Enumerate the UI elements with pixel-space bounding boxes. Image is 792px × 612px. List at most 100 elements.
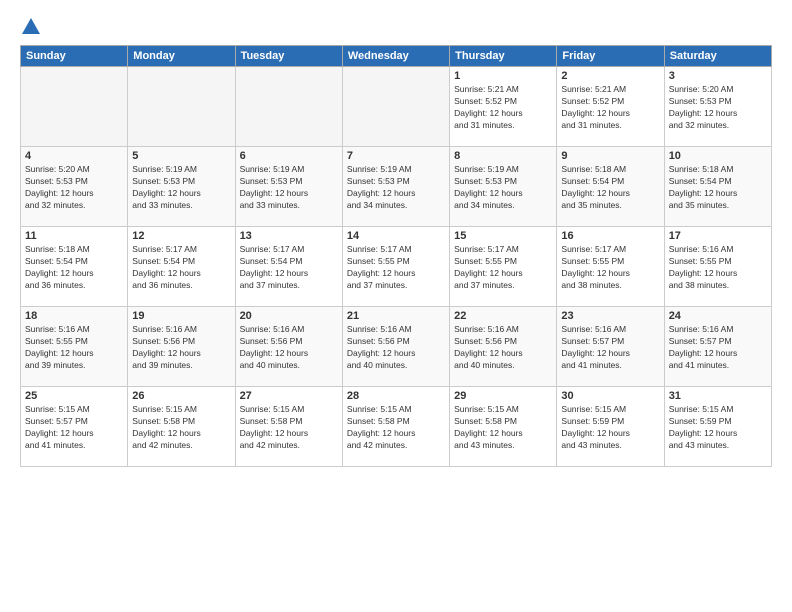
calendar-cell: 4 Sunrise: 5:20 AM Sunset: 5:53 PM Daylig…: [21, 147, 128, 227]
day-number: 30: [561, 390, 659, 402]
day-info: Sunrise: 5:18 AM Sunset: 5:54 PM Dayligh…: [669, 164, 767, 212]
day-number: 15: [454, 230, 552, 242]
day-number: 9: [561, 150, 659, 162]
calendar-week-2: 4 Sunrise: 5:20 AM Sunset: 5:53 PM Daylig…: [21, 147, 772, 227]
day-info: Sunrise: 5:19 AM Sunset: 5:53 PM Dayligh…: [347, 164, 445, 212]
day-number: 3: [669, 70, 767, 82]
calendar-cell: 30 Sunrise: 5:15 AM Sunset: 5:59 PM Dayli…: [557, 387, 664, 467]
calendar-cell: 15 Sunrise: 5:17 AM Sunset: 5:55 PM Dayli…: [450, 227, 557, 307]
day-info: Sunrise: 5:17 AM Sunset: 5:54 PM Dayligh…: [132, 244, 230, 292]
day-number: 17: [669, 230, 767, 242]
header: [20, 18, 772, 37]
day-number: 21: [347, 310, 445, 322]
day-info: Sunrise: 5:16 AM Sunset: 5:56 PM Dayligh…: [240, 324, 338, 372]
day-info: Sunrise: 5:20 AM Sunset: 5:53 PM Dayligh…: [25, 164, 123, 212]
day-number: 31: [669, 390, 767, 402]
col-monday: Monday: [128, 46, 235, 67]
day-info: Sunrise: 5:18 AM Sunset: 5:54 PM Dayligh…: [561, 164, 659, 212]
page: Sunday Monday Tuesday Wednesday Thursday…: [0, 0, 792, 612]
day-info: Sunrise: 5:17 AM Sunset: 5:55 PM Dayligh…: [454, 244, 552, 292]
calendar-cell: 1 Sunrise: 5:21 AM Sunset: 5:52 PM Daylig…: [450, 67, 557, 147]
day-info: Sunrise: 5:20 AM Sunset: 5:53 PM Dayligh…: [669, 84, 767, 132]
header-row: Sunday Monday Tuesday Wednesday Thursday…: [21, 46, 772, 67]
day-number: 18: [25, 310, 123, 322]
day-number: 13: [240, 230, 338, 242]
day-number: 7: [347, 150, 445, 162]
day-info: Sunrise: 5:17 AM Sunset: 5:54 PM Dayligh…: [240, 244, 338, 292]
day-number: 6: [240, 150, 338, 162]
calendar-cell: 6 Sunrise: 5:19 AM Sunset: 5:53 PM Daylig…: [235, 147, 342, 227]
calendar-cell: 16 Sunrise: 5:17 AM Sunset: 5:55 PM Dayli…: [557, 227, 664, 307]
day-number: 29: [454, 390, 552, 402]
day-info: Sunrise: 5:17 AM Sunset: 5:55 PM Dayligh…: [347, 244, 445, 292]
day-number: 22: [454, 310, 552, 322]
calendar-cell: 17 Sunrise: 5:16 AM Sunset: 5:55 PM Dayli…: [664, 227, 771, 307]
day-info: Sunrise: 5:15 AM Sunset: 5:59 PM Dayligh…: [669, 404, 767, 452]
day-number: 10: [669, 150, 767, 162]
day-number: 8: [454, 150, 552, 162]
day-info: Sunrise: 5:15 AM Sunset: 5:59 PM Dayligh…: [561, 404, 659, 452]
calendar-cell: 27 Sunrise: 5:15 AM Sunset: 5:58 PM Dayli…: [235, 387, 342, 467]
day-number: 24: [669, 310, 767, 322]
day-info: Sunrise: 5:21 AM Sunset: 5:52 PM Dayligh…: [561, 84, 659, 132]
day-info: Sunrise: 5:16 AM Sunset: 5:57 PM Dayligh…: [561, 324, 659, 372]
calendar-cell: 29Sunrise: 5:15 AM Sunset: 5:58 PM Dayli…: [450, 387, 557, 467]
logo: [20, 18, 40, 37]
day-number: 5: [132, 150, 230, 162]
day-number: 2: [561, 70, 659, 82]
calendar-table: Sunday Monday Tuesday Wednesday Thursday…: [20, 45, 772, 467]
col-sunday: Sunday: [21, 46, 128, 67]
day-info: Sunrise: 5:16 AM Sunset: 5:56 PM Dayligh…: [454, 324, 552, 372]
day-number: 27: [240, 390, 338, 402]
day-info: Sunrise: 5:18 AM Sunset: 5:54 PM Dayligh…: [25, 244, 123, 292]
calendar-header: Sunday Monday Tuesday Wednesday Thursday…: [21, 46, 772, 67]
day-info: Sunrise: 5:16 AM Sunset: 5:56 PM Dayligh…: [132, 324, 230, 372]
day-number: 14: [347, 230, 445, 242]
calendar-cell: 26 Sunrise: 5:15 AM Sunset: 5:58 PM Dayli…: [128, 387, 235, 467]
day-info: Sunrise: 5:17 AM Sunset: 5:55 PM Dayligh…: [561, 244, 659, 292]
calendar-cell: 13 Sunrise: 5:17 AM Sunset: 5:54 PM Dayli…: [235, 227, 342, 307]
day-info: Sunrise: 5:21 AM Sunset: 5:52 PM Dayligh…: [454, 84, 552, 132]
calendar-cell: 8 Sunrise: 5:19 AM Sunset: 5:53 PM Daylig…: [450, 147, 557, 227]
day-info: Sunrise: 5:16 AM Sunset: 5:55 PM Dayligh…: [25, 324, 123, 372]
logo-triangle-icon: [22, 18, 40, 34]
calendar-week-1: 1 Sunrise: 5:21 AM Sunset: 5:52 PM Daylig…: [21, 67, 772, 147]
day-number: 12: [132, 230, 230, 242]
day-info: Sunrise: 5:15 AM Sunset: 5:58 PM Dayligh…: [240, 404, 338, 452]
calendar-cell: 23Sunrise: 5:16 AM Sunset: 5:57 PM Dayli…: [557, 307, 664, 387]
calendar-cell: 19Sunrise: 5:16 AM Sunset: 5:56 PM Dayli…: [128, 307, 235, 387]
day-number: 26: [132, 390, 230, 402]
calendar-cell: 31 Sunrise: 5:15 AM Sunset: 5:59 PM Dayli…: [664, 387, 771, 467]
day-number: 28: [347, 390, 445, 402]
calendar-cell: 10 Sunrise: 5:18 AM Sunset: 5:54 PM Dayli…: [664, 147, 771, 227]
day-number: 11: [25, 230, 123, 242]
calendar-cell: 24 Sunrise: 5:16 AM Sunset: 5:57 PM Dayli…: [664, 307, 771, 387]
day-number: 16: [561, 230, 659, 242]
day-info: Sunrise: 5:16 AM Sunset: 5:55 PM Dayligh…: [669, 244, 767, 292]
calendar-cell: [342, 67, 449, 147]
calendar-cell: 21 Sunrise: 5:16 AM Sunset: 5:56 PM Dayli…: [342, 307, 449, 387]
col-friday: Friday: [557, 46, 664, 67]
calendar-cell: 25Sunrise: 5:15 AM Sunset: 5:57 PM Dayli…: [21, 387, 128, 467]
day-number: 4: [25, 150, 123, 162]
day-info: Sunrise: 5:19 AM Sunset: 5:53 PM Dayligh…: [454, 164, 552, 212]
calendar-cell: 2 Sunrise: 5:21 AM Sunset: 5:52 PM Daylig…: [557, 67, 664, 147]
calendar-cell: [128, 67, 235, 147]
calendar-cell: 20Sunrise: 5:16 AM Sunset: 5:56 PM Dayli…: [235, 307, 342, 387]
day-info: Sunrise: 5:15 AM Sunset: 5:58 PM Dayligh…: [132, 404, 230, 452]
calendar-cell: 12 Sunrise: 5:17 AM Sunset: 5:54 PM Dayli…: [128, 227, 235, 307]
day-info: Sunrise: 5:19 AM Sunset: 5:53 PM Dayligh…: [240, 164, 338, 212]
day-info: Sunrise: 5:16 AM Sunset: 5:56 PM Dayligh…: [347, 324, 445, 372]
day-number: 1: [454, 70, 552, 82]
calendar-cell: 18 Sunrise: 5:16 AM Sunset: 5:55 PM Dayli…: [21, 307, 128, 387]
calendar-cell: 9 Sunrise: 5:18 AM Sunset: 5:54 PM Daylig…: [557, 147, 664, 227]
calendar-week-3: 11 Sunrise: 5:18 AM Sunset: 5:54 PM Dayli…: [21, 227, 772, 307]
col-saturday: Saturday: [664, 46, 771, 67]
day-info: Sunrise: 5:15 AM Sunset: 5:57 PM Dayligh…: [25, 404, 123, 452]
calendar-cell: [235, 67, 342, 147]
day-info: Sunrise: 5:15 AM Sunset: 5:58 PM Dayligh…: [347, 404, 445, 452]
day-info: Sunrise: 5:16 AM Sunset: 5:57 PM Dayligh…: [669, 324, 767, 372]
calendar-cell: 14 Sunrise: 5:17 AM Sunset: 5:55 PM Dayli…: [342, 227, 449, 307]
col-thursday: Thursday: [450, 46, 557, 67]
calendar-cell: [21, 67, 128, 147]
